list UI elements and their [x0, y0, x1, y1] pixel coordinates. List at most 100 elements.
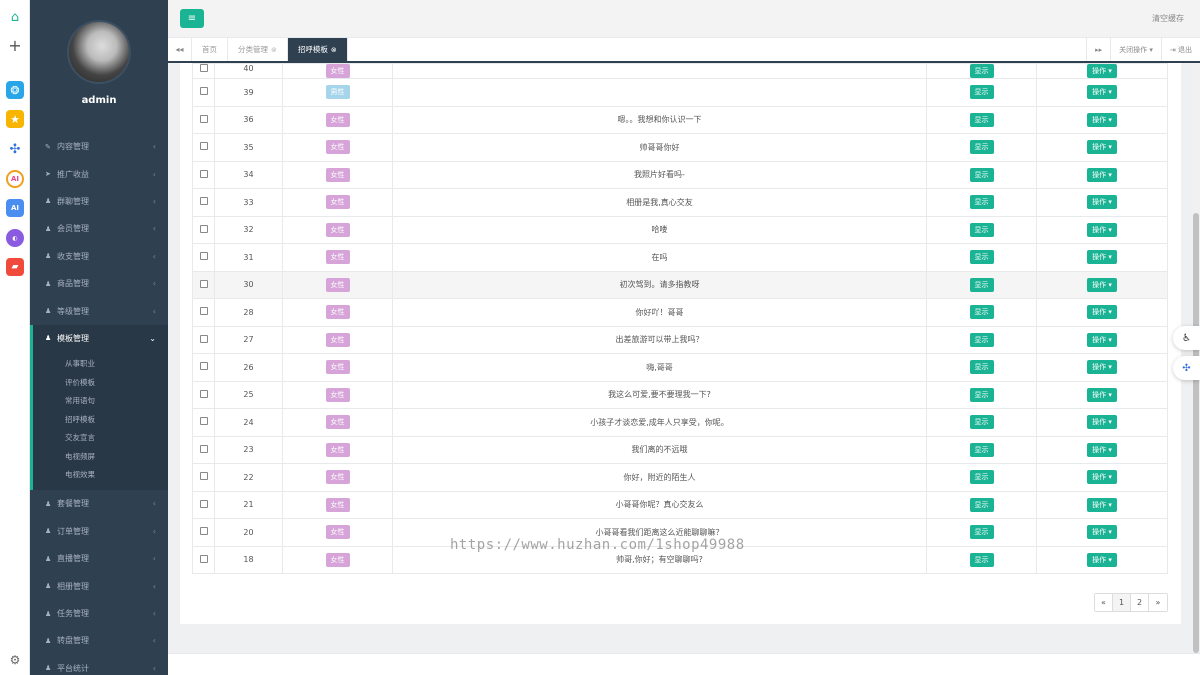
- row-checkbox[interactable]: [199, 554, 208, 563]
- operation-dropdown-button[interactable]: 操作 ▾: [1087, 64, 1117, 78]
- sidebar-item[interactable]: ✎ 内容管理 ‹: [30, 133, 168, 160]
- operation-dropdown-button[interactable]: 操作 ▾: [1087, 360, 1117, 375]
- operation-dropdown-button[interactable]: 操作 ▾: [1087, 415, 1117, 430]
- show-status-button[interactable]: 显示: [969, 442, 994, 457]
- row-checkbox[interactable]: [199, 499, 208, 508]
- close-operations-dropdown[interactable]: 关闭操作 ▾: [1110, 38, 1161, 61]
- menu-toggle-button[interactable]: ≡: [180, 9, 204, 28]
- logout-button[interactable]: ⇥ 退出: [1160, 38, 1200, 61]
- ai-assistant-icon[interactable]: AI: [6, 199, 24, 217]
- sidebar-subitem[interactable]: 电视效果: [33, 466, 168, 485]
- show-status-button[interactable]: 显示: [969, 140, 994, 155]
- row-checkbox[interactable]: [199, 527, 208, 536]
- gear-icon[interactable]: ⚙: [6, 651, 24, 669]
- pagination-page-2[interactable]: 2: [1131, 594, 1149, 611]
- sidebar-item[interactable]: ♟ 相册管理 ‹: [30, 572, 168, 599]
- sidebar-item[interactable]: ♟ 套餐管理 ‹: [30, 490, 168, 517]
- operation-dropdown-button[interactable]: 操作 ▾: [1087, 112, 1117, 127]
- gamepad-icon[interactable]: ▰: [6, 258, 24, 276]
- sidebar-item[interactable]: ♟ 直播管理 ‹: [30, 545, 168, 572]
- tab-scroll-left-button[interactable]: ◂◂: [168, 38, 192, 61]
- operation-dropdown-button[interactable]: 操作 ▾: [1087, 552, 1117, 567]
- row-checkbox[interactable]: [199, 334, 208, 343]
- operation-dropdown-button[interactable]: 操作 ▾: [1087, 85, 1117, 100]
- operation-dropdown-button[interactable]: 操作 ▾: [1087, 497, 1117, 512]
- show-status-button[interactable]: 显示: [969, 222, 994, 237]
- show-status-button[interactable]: 显示: [969, 387, 994, 402]
- ai-app-icon[interactable]: AI: [6, 170, 24, 188]
- sidebar-item-template-management[interactable]: ♟ 模板管理 ⌄: [30, 324, 168, 353]
- home-icon[interactable]: ⌂: [6, 8, 24, 26]
- row-checkbox[interactable]: [199, 362, 208, 371]
- row-checkbox[interactable]: [199, 252, 208, 261]
- row-checkbox[interactable]: [199, 444, 208, 453]
- sidebar-item[interactable]: ♟ 群聊管理 ‹: [30, 188, 168, 215]
- operation-dropdown-button[interactable]: 操作 ▾: [1087, 387, 1117, 402]
- show-status-button[interactable]: 显示: [969, 64, 994, 78]
- row-checkbox[interactable]: [199, 87, 208, 96]
- add-icon[interactable]: +: [6, 36, 24, 55]
- pagination-prev-button[interactable]: «: [1095, 594, 1113, 611]
- row-checkbox[interactable]: [199, 417, 208, 426]
- sidebar-subitem[interactable]: 交友宣言: [33, 429, 168, 448]
- sidebar-item[interactable]: ♟ 任务管理 ‹: [30, 600, 168, 627]
- sidebar-subitem[interactable]: 电视频屏: [33, 447, 168, 466]
- show-status-button[interactable]: 显示: [969, 250, 994, 265]
- operation-dropdown-button[interactable]: 操作 ▾: [1087, 470, 1117, 485]
- row-checkbox[interactable]: [199, 224, 208, 233]
- show-status-button[interactable]: 显示: [969, 277, 994, 292]
- operation-dropdown-button[interactable]: 操作 ▾: [1087, 222, 1117, 237]
- operation-dropdown-button[interactable]: 操作 ▾: [1087, 195, 1117, 210]
- operation-dropdown-button[interactable]: 操作 ▾: [1087, 277, 1117, 292]
- app-shortcut-1-icon[interactable]: ❂: [6, 81, 24, 99]
- assistant-button[interactable]: ✣: [1173, 356, 1200, 380]
- sidebar-item[interactable]: ♟ 订单管理 ‹: [30, 518, 168, 545]
- tab[interactable]: 首页: [192, 38, 228, 61]
- avatar[interactable]: [67, 20, 131, 84]
- show-status-button[interactable]: 显示: [969, 85, 994, 100]
- sidebar-item[interactable]: ♟ 等级管理 ‹: [30, 297, 168, 324]
- sidebar-item[interactable]: ➤ 推广收益 ‹: [30, 160, 168, 187]
- row-checkbox[interactable]: [199, 389, 208, 398]
- tab[interactable]: 招呼模板 ⊗: [287, 38, 348, 61]
- close-icon[interactable]: ⊗: [271, 46, 277, 54]
- row-checkbox[interactable]: [199, 197, 208, 206]
- sidebar-subitem[interactable]: 评价模板: [33, 373, 168, 392]
- operation-dropdown-button[interactable]: 操作 ▾: [1087, 140, 1117, 155]
- scrollbar-thumb[interactable]: [1193, 213, 1199, 653]
- show-status-button[interactable]: 显示: [969, 332, 994, 347]
- show-status-button[interactable]: 显示: [969, 470, 994, 485]
- tab[interactable]: 分类管理 ⊗: [228, 38, 288, 61]
- row-checkbox[interactable]: [199, 279, 208, 288]
- operation-dropdown-button[interactable]: 操作 ▾: [1087, 442, 1117, 457]
- tab-scroll-right-button[interactable]: ▸▸: [1086, 38, 1110, 61]
- show-status-button[interactable]: 显示: [969, 415, 994, 430]
- row-checkbox[interactable]: [199, 472, 208, 481]
- show-status-button[interactable]: 显示: [969, 167, 994, 182]
- show-status-button[interactable]: 显示: [969, 305, 994, 320]
- show-status-button[interactable]: 显示: [969, 497, 994, 512]
- sidebar-item[interactable]: ♟ 转盘管理 ‹: [30, 627, 168, 654]
- row-checkbox[interactable]: [199, 114, 208, 123]
- row-checkbox[interactable]: [199, 307, 208, 316]
- operation-dropdown-button[interactable]: 操作 ▾: [1087, 167, 1117, 182]
- operation-dropdown-button[interactable]: 操作 ▾: [1087, 305, 1117, 320]
- sidebar-item[interactable]: ♟ 平台统计 ‹: [30, 655, 168, 675]
- operation-dropdown-button[interactable]: 操作 ▾: [1087, 250, 1117, 265]
- sidebar-item[interactable]: ♟ 商品管理 ‹: [30, 270, 168, 297]
- close-icon[interactable]: ⊗: [331, 46, 337, 54]
- show-status-button[interactable]: 显示: [969, 360, 994, 375]
- pagination-next-button[interactable]: »: [1149, 594, 1167, 611]
- sidebar-subitem[interactable]: 常用语句: [33, 391, 168, 410]
- accessibility-button[interactable]: ♿: [1173, 326, 1200, 350]
- star-icon[interactable]: ★: [6, 110, 24, 128]
- clear-cache-link[interactable]: 清空缓存: [1152, 13, 1184, 24]
- pagination-page-1[interactable]: 1: [1113, 594, 1131, 611]
- show-status-button[interactable]: 显示: [969, 525, 994, 540]
- app-shortcut-6-icon[interactable]: ◐: [6, 229, 24, 247]
- row-checkbox[interactable]: [199, 169, 208, 178]
- sidebar-subitem[interactable]: 招呼模板: [33, 410, 168, 429]
- row-checkbox[interactable]: [199, 64, 208, 72]
- network-icon[interactable]: ✣: [6, 140, 24, 158]
- show-status-button[interactable]: 显示: [969, 112, 994, 127]
